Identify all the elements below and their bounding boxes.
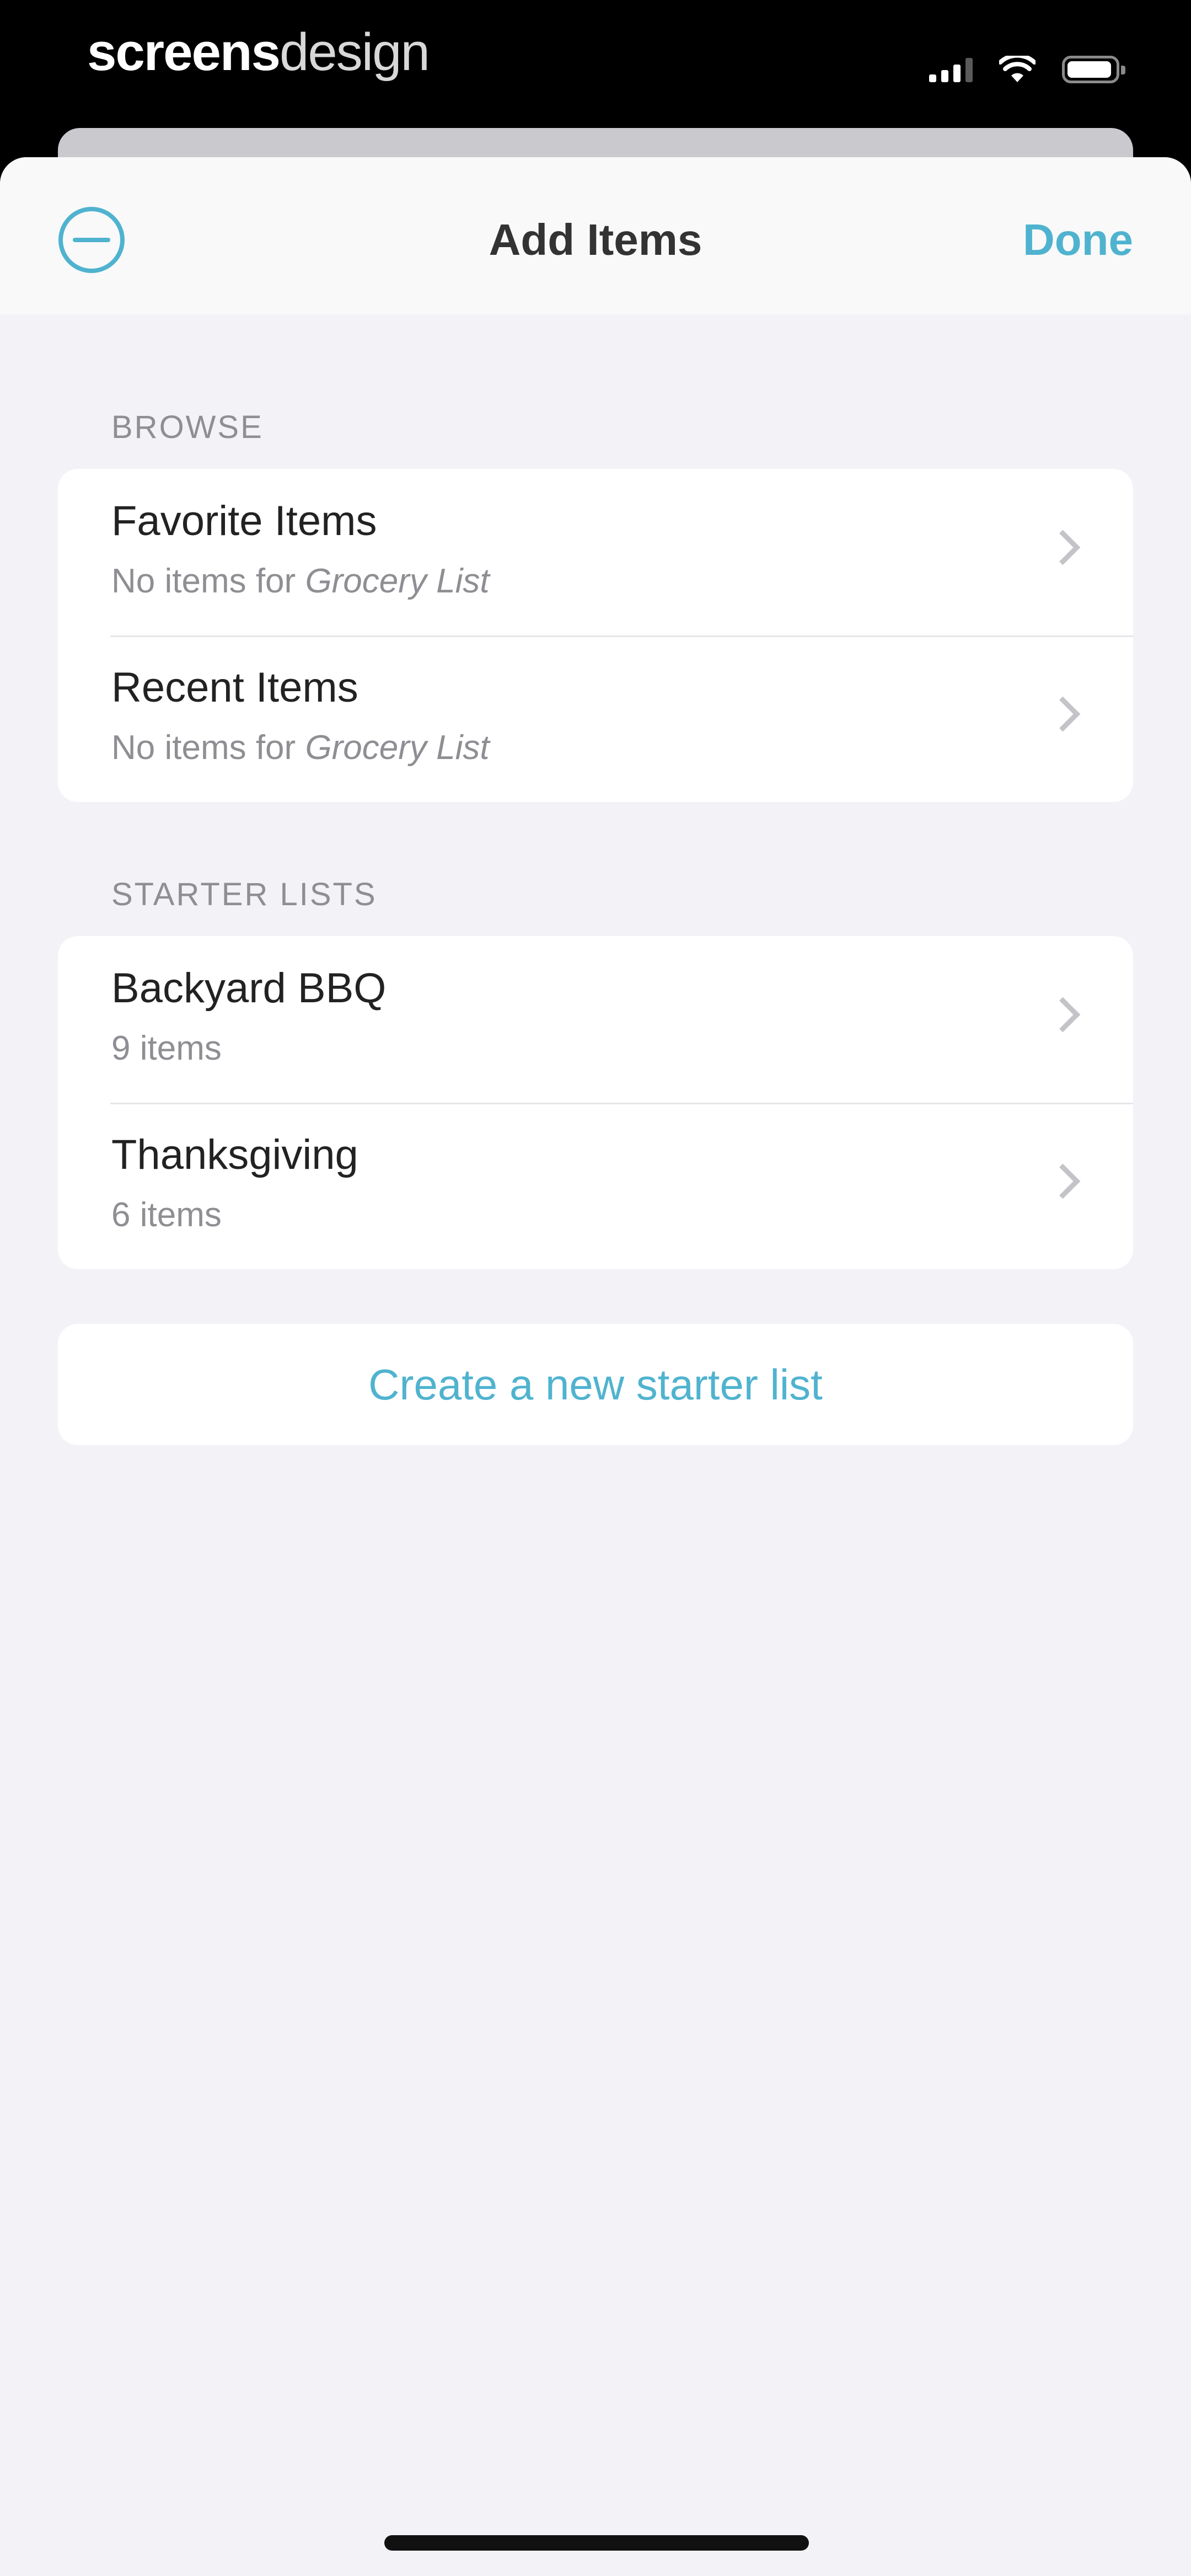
row-subtitle: No items for Grocery List [111, 562, 490, 600]
chevron-right-icon [1045, 997, 1081, 1033]
chevron-right-icon [1045, 530, 1081, 565]
signal-icon [929, 57, 973, 82]
favorite-items-row[interactable]: Favorite Items No items for Grocery List [58, 469, 1133, 635]
browse-section-header: BROWSE [111, 409, 264, 445]
brand-watermark: screensdesign [87, 22, 430, 83]
page-title: Add Items [489, 215, 702, 264]
starter-lists-group: Backyard BBQ 9 items Thanksgiving 6 item… [58, 936, 1133, 1269]
done-button[interactable]: Done [1023, 212, 1133, 268]
add-items-sheet: Add Items Done BROWSE Favorite Items No … [0, 157, 1191, 2576]
row-title: Backyard BBQ [111, 965, 387, 1012]
status-icons [929, 47, 1125, 92]
row-subtitle: 6 items [111, 1196, 222, 1234]
backyard-bbq-row[interactable]: Backyard BBQ 9 items [58, 936, 1133, 1103]
battery-icon [1062, 56, 1125, 83]
row-title: Favorite Items [111, 498, 377, 544]
nav-bar: Add Items Done [0, 157, 1191, 314]
chevron-right-icon [1045, 1163, 1081, 1199]
row-subtitle: 9 items [111, 1029, 222, 1067]
thanksgiving-row[interactable]: Thanksgiving 6 items [58, 1103, 1133, 1269]
row-title: Thanksgiving [111, 1131, 358, 1178]
brand-bold: screens [87, 23, 281, 82]
create-starter-list-button[interactable]: Create a new starter list [58, 1324, 1133, 1445]
app-screen: screensdesign Add Items Done BROWSE Favo… [0, 0, 1191, 2576]
browse-group: Favorite Items No items for Grocery List… [58, 469, 1133, 802]
chevron-right-icon [1045, 696, 1081, 732]
home-indicator[interactable] [384, 2535, 809, 2551]
row-title: Recent Items [111, 664, 358, 711]
row-subtitle: No items for Grocery List [111, 729, 490, 767]
brand-light: design [279, 23, 430, 82]
recent-items-row[interactable]: Recent Items No items for Grocery List [58, 635, 1133, 802]
wifi-icon [999, 56, 1036, 82]
status-bar: screensdesign [0, 0, 1191, 127]
starter-lists-section-header: STARTER LISTS [111, 877, 377, 912]
